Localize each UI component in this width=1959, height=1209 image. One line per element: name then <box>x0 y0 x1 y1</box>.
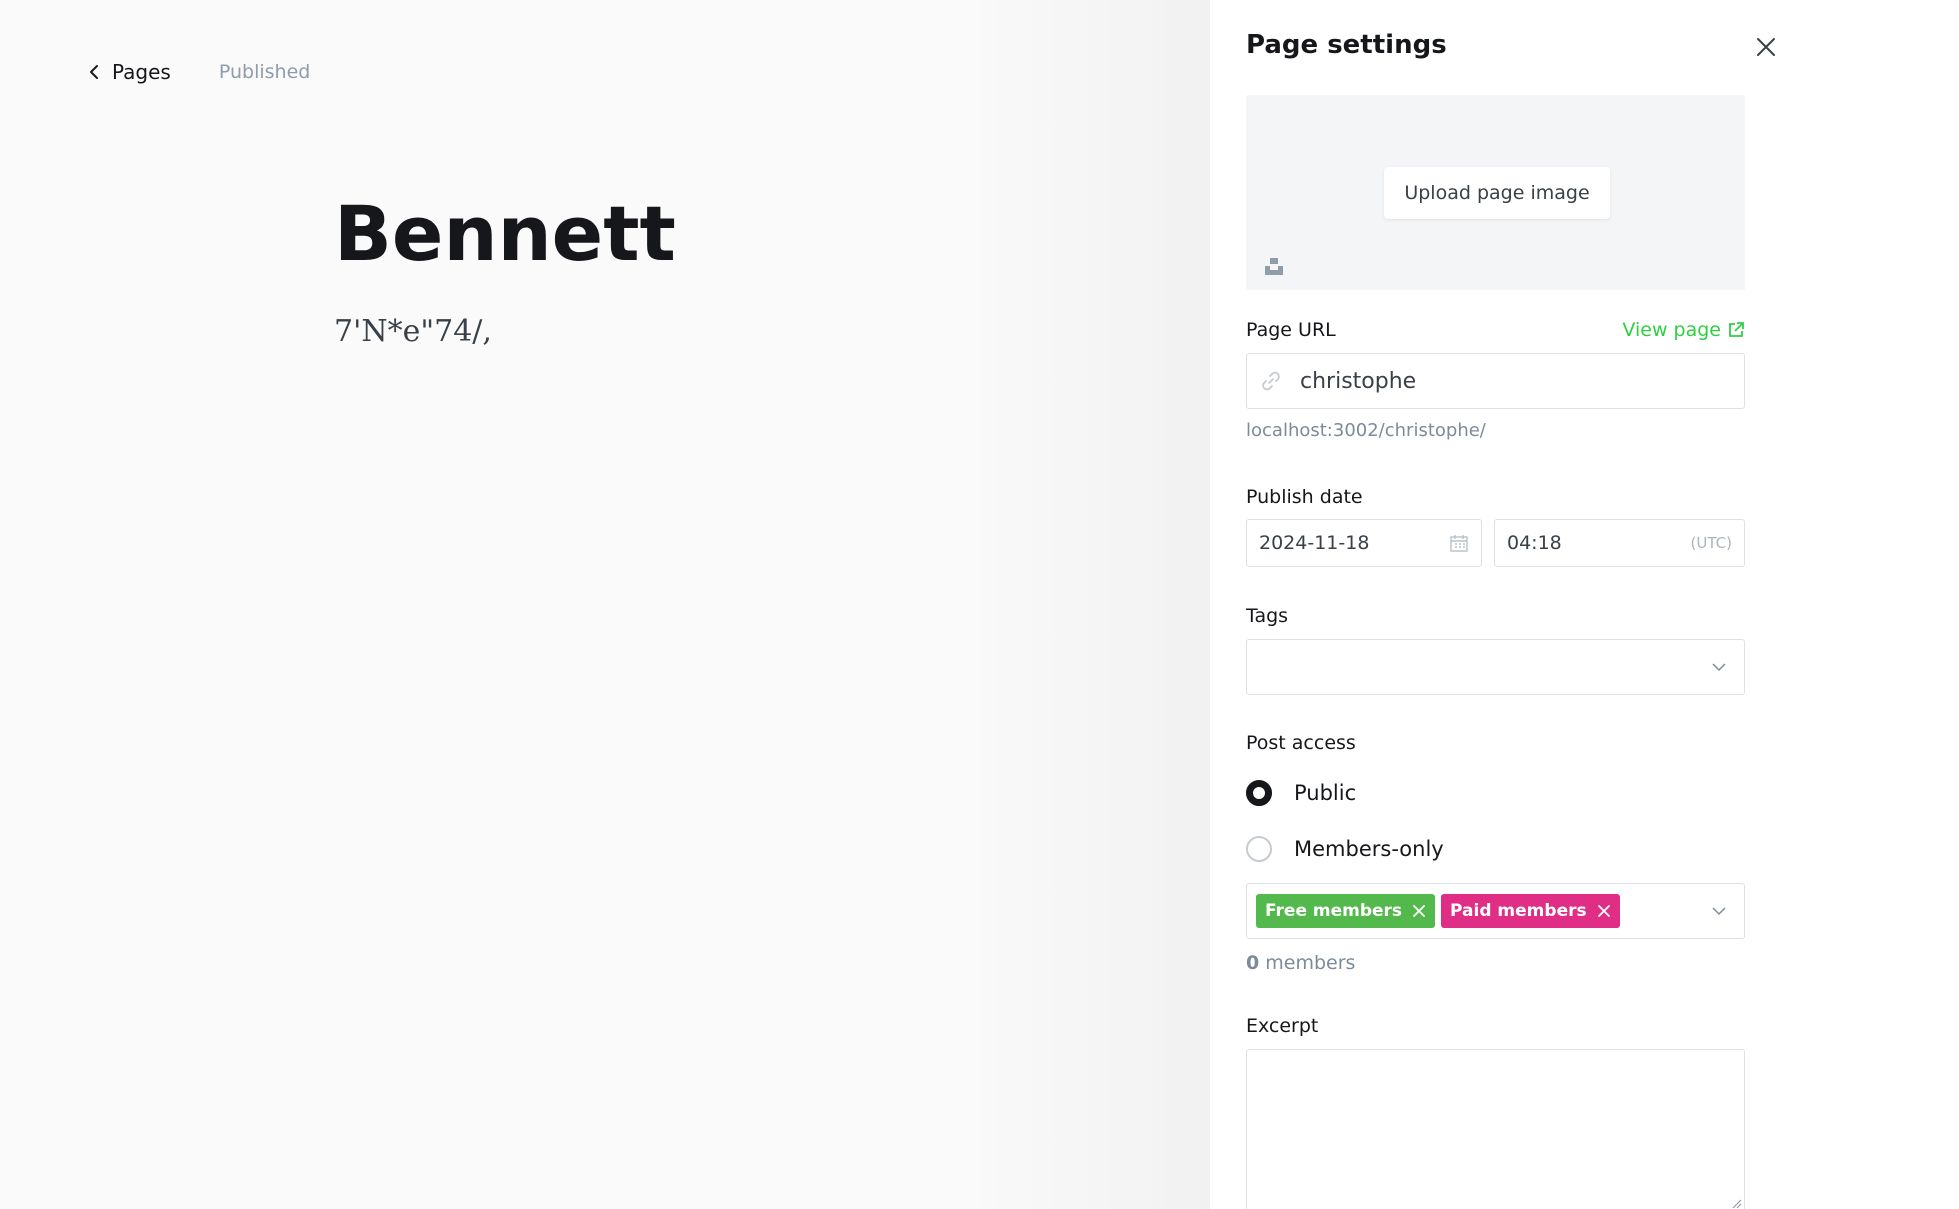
tags-label: Tags <box>1246 605 1289 627</box>
close-icon[interactable] <box>1752 33 1780 61</box>
segment-chip-paid[interactable]: Paid members <box>1441 894 1620 928</box>
view-page-label: View page <box>1622 319 1721 341</box>
remove-x-icon[interactable] <box>1597 904 1611 918</box>
access-option-label: Public <box>1294 781 1357 805</box>
page-url-label: Page URL <box>1246 319 1336 341</box>
chevron-down-icon <box>1712 663 1726 672</box>
member-segment-select[interactable]: Free members Paid members <box>1246 883 1745 939</box>
post-title[interactable]: Bennett <box>334 196 676 272</box>
members-count: 0 members <box>1246 952 1355 974</box>
publish-date-input[interactable]: 2024-11-18 <box>1246 519 1482 567</box>
link-icon <box>1262 371 1280 391</box>
excerpt-textarea[interactable] <box>1246 1049 1745 1209</box>
page-url-input[interactable]: christophe <box>1246 353 1745 409</box>
access-option-label: Members-only <box>1294 837 1444 861</box>
publish-time-value: 04:18 <box>1507 532 1562 554</box>
radio-unchecked[interactable] <box>1246 836 1272 862</box>
calendar-icon[interactable] <box>1449 533 1469 553</box>
segment-chip-free[interactable]: Free members <box>1256 894 1436 928</box>
page-url-value: christophe <box>1300 368 1417 394</box>
members-count-number: 0 <box>1246 952 1260 974</box>
chevron-down-icon <box>1712 907 1726 916</box>
back-to-pages-link[interactable]: Pages <box>84 60 171 84</box>
access-option-members-only[interactable]: Members-only <box>1246 836 1444 862</box>
upload-page-image-button[interactable]: Upload page image <box>1384 167 1610 219</box>
page-image-dropzone[interactable]: Upload page image <box>1246 95 1745 290</box>
members-count-suffix: members <box>1259 952 1356 974</box>
page-url-hint: localhost:3002/christophe/ <box>1246 420 1486 441</box>
radio-checked[interactable] <box>1246 780 1272 806</box>
access-option-public[interactable]: Public <box>1246 780 1356 806</box>
chevron-left-icon <box>90 65 98 79</box>
resize-grip-icon[interactable] <box>1730 1197 1742 1209</box>
publish-time-input[interactable]: 04:18 (UTC) <box>1494 519 1745 567</box>
post-access-label: Post access <box>1246 732 1356 754</box>
editor-nav: Pages Published <box>84 60 310 84</box>
panel-shadow <box>960 0 1210 1209</box>
tags-select[interactable] <box>1246 639 1745 695</box>
segment-chip-label: Free members <box>1265 901 1403 921</box>
remove-x-icon[interactable] <box>1412 904 1426 918</box>
back-label: Pages <box>112 60 171 84</box>
post-body[interactable]: 7'N*e"74/, <box>334 314 492 349</box>
page-settings-panel: Page settings Upload page image Page URL… <box>1210 0 1959 1209</box>
timezone-label: (UTC) <box>1690 534 1732 552</box>
external-link-icon <box>1729 322 1744 337</box>
unsplash-icon[interactable] <box>1263 255 1285 277</box>
panel-title: Page settings <box>1246 30 1447 60</box>
excerpt-label: Excerpt <box>1246 1015 1319 1037</box>
view-page-link[interactable]: View page <box>1622 319 1745 341</box>
publish-date-value: 2024-11-18 <box>1259 532 1370 554</box>
publish-date-label: Publish date <box>1246 486 1363 508</box>
segment-chip-label: Paid members <box>1450 901 1587 921</box>
editor-canvas: Pages Published Bennett 7'N*e"74/, <box>0 0 1210 1209</box>
post-status: Published <box>218 61 311 83</box>
